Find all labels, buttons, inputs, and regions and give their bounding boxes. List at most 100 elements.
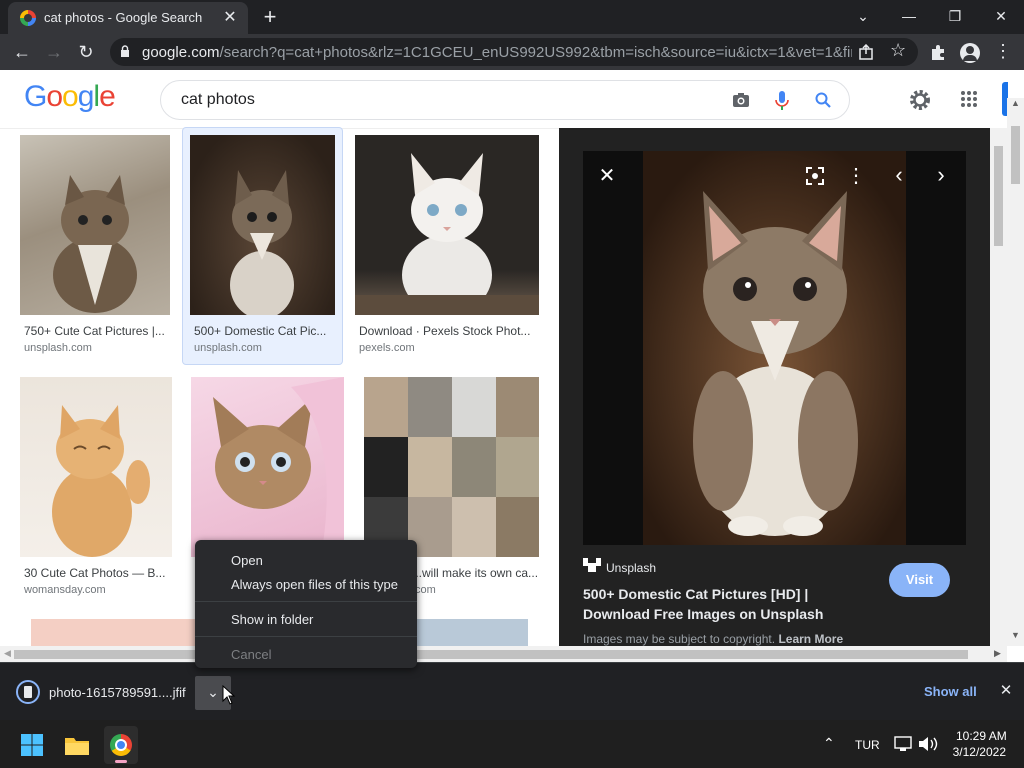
kitten-image <box>53 175 137 313</box>
restore-button[interactable]: ❐ <box>942 4 968 28</box>
image-result-thumbnail[interactable] <box>191 377 344 557</box>
scrollbar-thumb[interactable] <box>1011 126 1020 184</box>
panel-scrollbar[interactable] <box>990 128 1007 646</box>
apps-grid-icon[interactable] <box>960 90 978 108</box>
scroll-left-arrow-icon[interactable]: ◀ <box>4 648 11 659</box>
preview-title[interactable]: 500+ Domestic Cat Pictures [HD] | Downlo… <box>583 584 883 624</box>
logo-letter: o <box>46 80 63 113</box>
file-explorer-icon[interactable] <box>64 734 90 756</box>
preview-site-name[interactable]: Unsplash <box>606 561 656 575</box>
forward-button[interactable]: → <box>42 40 66 64</box>
search-icon[interactable] <box>815 92 831 108</box>
image-result-thumbnail[interactable] <box>355 135 539 315</box>
menu-item-cancel[interactable]: Cancel <box>231 647 271 662</box>
url-path: /search?q=cat+photos&rlz=1C1GCEU_enUS992… <box>219 44 852 61</box>
horizontal-scrollbar[interactable]: ◀ ▶ <box>0 646 1007 662</box>
menu-item-open[interactable]: Open <box>231 553 263 568</box>
windows-start-icon[interactable] <box>20 733 44 757</box>
learn-more-link[interactable]: Learn More <box>778 632 843 646</box>
extensions-puzzle-icon[interactable] <box>929 44 947 62</box>
google-logo[interactable]: Google <box>24 80 116 114</box>
logo-letter: G <box>24 80 47 113</box>
result-source[interactable]: womansday.com <box>24 584 106 596</box>
chrome-icon <box>110 734 132 756</box>
kitten-image <box>643 151 906 545</box>
close-download-bar-icon[interactable]: ✕ <box>997 681 1015 701</box>
browser-menu-icon[interactable]: ⋮ <box>994 41 1012 62</box>
new-tab-button[interactable]: + <box>258 5 282 29</box>
scroll-right-arrow-icon[interactable]: ▶ <box>994 648 1001 659</box>
tab-close-button[interactable]: ✕ <box>220 8 240 28</box>
lock-icon <box>121 45 129 57</box>
tab-search-chevron-icon[interactable]: ⌄ <box>850 4 876 28</box>
cat-collage-image <box>364 377 539 557</box>
input-language[interactable]: TUR <box>855 738 880 752</box>
logo-letter: e <box>99 80 116 113</box>
visit-button[interactable]: Visit <box>889 563 950 597</box>
back-button[interactable]: ← <box>10 40 34 64</box>
tab-title: cat photos - Google Search <box>44 10 203 25</box>
preview-title-line: 500+ Domestic Cat Pictures [HD] | <box>583 586 809 602</box>
clock-time[interactable]: 10:29 AM <box>956 729 1007 743</box>
download-context-menu: Open Always open files of this type Show… <box>195 540 417 668</box>
lens-search-icon[interactable] <box>805 166 825 186</box>
active-app-indicator <box>115 760 127 763</box>
result-source[interactable]: unsplash.com <box>194 342 262 354</box>
bookmark-star-icon[interactable]: ☆ <box>890 40 906 61</box>
share-icon[interactable] <box>858 44 874 60</box>
download-file-icon[interactable] <box>16 680 40 704</box>
image-result-thumbnail[interactable] <box>31 619 196 646</box>
result-caption[interactable]: ...will make its own ca... <box>412 566 539 580</box>
scroll-down-arrow-icon[interactable]: ▼ <box>1007 630 1024 640</box>
scrollbar-thumb[interactable] <box>994 146 1003 246</box>
preview-image[interactable] <box>583 151 966 545</box>
google-favicon-icon <box>20 10 36 26</box>
kitten-image <box>355 153 539 315</box>
close-preview-icon[interactable]: ✕ <box>594 163 620 189</box>
menu-item-always-open[interactable]: Always open files of this type <box>231 577 398 592</box>
profile-avatar-icon[interactable] <box>960 43 980 63</box>
result-source[interactable]: unsplash.com <box>24 342 92 354</box>
next-image-icon[interactable]: › <box>928 163 954 189</box>
clock-date[interactable]: 3/12/2022 <box>946 745 1006 759</box>
camera-search-icon[interactable] <box>732 92 750 108</box>
minimize-button[interactable]: — <box>896 4 922 28</box>
logo-letter: o <box>62 80 79 113</box>
copyright-text: Images may be subject to copyright. <box>583 632 776 646</box>
more-options-icon[interactable]: ⋮ <box>846 163 866 189</box>
result-caption[interactable]: 750+ Cute Cat Pictures |... <box>24 324 169 338</box>
network-icon[interactable] <box>894 736 912 752</box>
url-domain: google.com <box>142 44 220 61</box>
image-result-thumbnail[interactable] <box>20 135 170 315</box>
volume-icon[interactable] <box>918 736 938 752</box>
settings-gear-icon[interactable] <box>909 89 931 111</box>
result-caption[interactable]: Download · Pexels Stock Phot... <box>359 324 539 338</box>
microphone-icon[interactable] <box>775 90 789 112</box>
show-all-downloads-link[interactable]: Show all <box>924 684 977 699</box>
scroll-up-arrow-icon[interactable]: ▲ <box>1007 98 1024 108</box>
address-bar[interactable]: google.com/search?q=cat+photos&rlz=1C1GC… <box>110 38 918 66</box>
reload-button[interactable]: ↻ <box>74 40 98 64</box>
image-result-thumbnail[interactable] <box>364 377 539 557</box>
result-source[interactable]: pexels.com <box>359 342 415 354</box>
mouse-cursor-icon <box>222 685 236 705</box>
url-text: google.com/search?q=cat+photos&rlz=1C1GC… <box>142 44 852 61</box>
image-result-thumbnail[interactable] <box>417 619 528 646</box>
result-caption[interactable]: 30 Cute Cat Photos — B... <box>24 566 169 580</box>
menu-item-show-in-folder[interactable]: Show in folder <box>231 612 313 627</box>
taskbar-chrome-button[interactable] <box>104 726 138 764</box>
image-result-thumbnail[interactable] <box>190 135 335 315</box>
search-input[interactable]: cat photos <box>160 80 850 120</box>
download-filename[interactable]: photo-1615789591....jfif <box>49 685 186 700</box>
scrollbar-thumb[interactable] <box>14 650 968 659</box>
result-caption[interactable]: 500+ Domestic Cat Pic... <box>194 324 334 338</box>
kitten-image <box>52 405 150 557</box>
browser-tab[interactable]: cat photos - Google Search ✕ <box>8 2 248 34</box>
menu-divider <box>195 601 417 602</box>
kitten-image <box>230 170 294 315</box>
close-window-button[interactable]: ✕ <box>988 4 1014 28</box>
vertical-scrollbar[interactable]: ▲ ▼ <box>1007 98 1024 646</box>
show-hidden-icons-chevron-icon[interactable]: ⌃ <box>823 735 835 752</box>
image-result-thumbnail[interactable] <box>20 377 172 557</box>
previous-image-icon[interactable]: ‹ <box>886 163 912 189</box>
